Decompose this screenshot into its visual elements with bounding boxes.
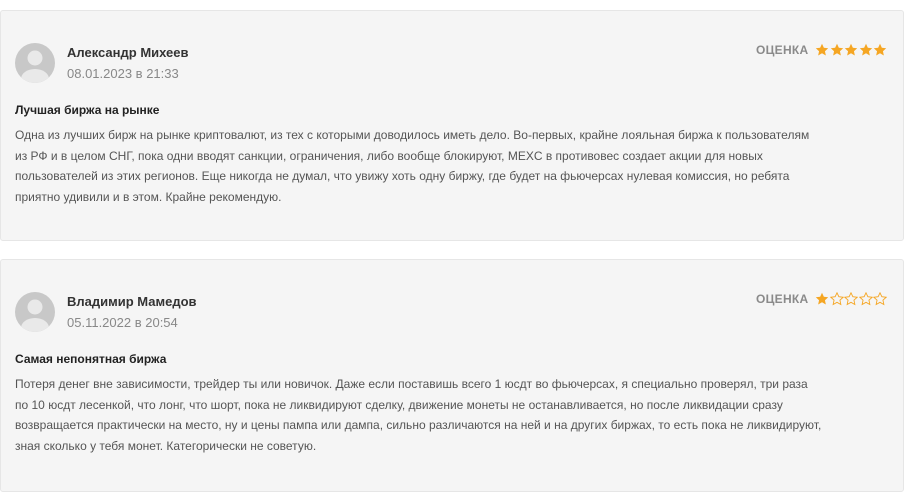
review-date: 08.01.2023 в 21:33 [67,66,179,81]
avatar-icon [15,43,55,83]
review-body-line: приятно удивили и в этом. Крайне рекомен… [15,189,282,204]
review-body-line: пользователей из этих регионов. Еще нико… [15,169,790,183]
star-filled-icon [815,43,829,56]
review-card: Александр Михеев 08.01.2023 в 21:33 ОЦЕН… [0,10,904,241]
star-filled-icon [815,292,829,305]
avatar-icon [15,292,55,332]
review-title: Самая непонятная биржа [15,352,167,366]
star-empty-icon [858,292,873,306]
review-author: Владимир Мамедов [67,294,197,309]
review-body: Одна из лучших бирж на рынке криптовалют… [15,125,885,207]
review-body-line: по 10 юсдт лесенкой, что лонг, что шорт,… [15,397,783,412]
rating-label: ОЦЕНКА [755,43,809,57]
star-filled-icon [873,43,887,56]
rating-stars [815,43,888,57]
review-body-line: Одна из лучших бирж на рынке криптовалют… [15,128,810,142]
star-empty-icon [829,292,844,306]
review-rating: ОЦЕНКА [756,292,887,306]
review-rating: ОЦЕНКА [756,43,887,57]
star-empty-icon [873,292,887,306]
review-author: Александр Михеев [67,45,189,60]
rating-label: ОЦЕНКА [755,292,809,306]
star-filled-icon [844,43,858,56]
review-card: Владимир Мамедов 05.11.2022 в 20:54 ОЦЕН… [0,259,904,492]
rating-stars [815,292,887,306]
review-title: Лучшая биржа на рынке [15,103,160,117]
review-body-line: зная сколько у тебя монет. Категорически… [15,438,317,453]
review-body-line: из РФ и в целом СНГ, пока одни вводят са… [15,148,763,163]
review-body-line: Потеря денег вне зависимости, трейдер ты… [15,377,808,391]
star-filled-icon [859,43,872,56]
star-empty-icon [844,292,858,306]
star-filled-icon [830,43,843,56]
review-date: 05.11.2022 в 20:54 [67,315,178,330]
review-body-line: возвращается практически на место, ну и … [15,418,822,432]
review-body: Потеря денег вне зависимости, трейдер ты… [15,374,885,456]
